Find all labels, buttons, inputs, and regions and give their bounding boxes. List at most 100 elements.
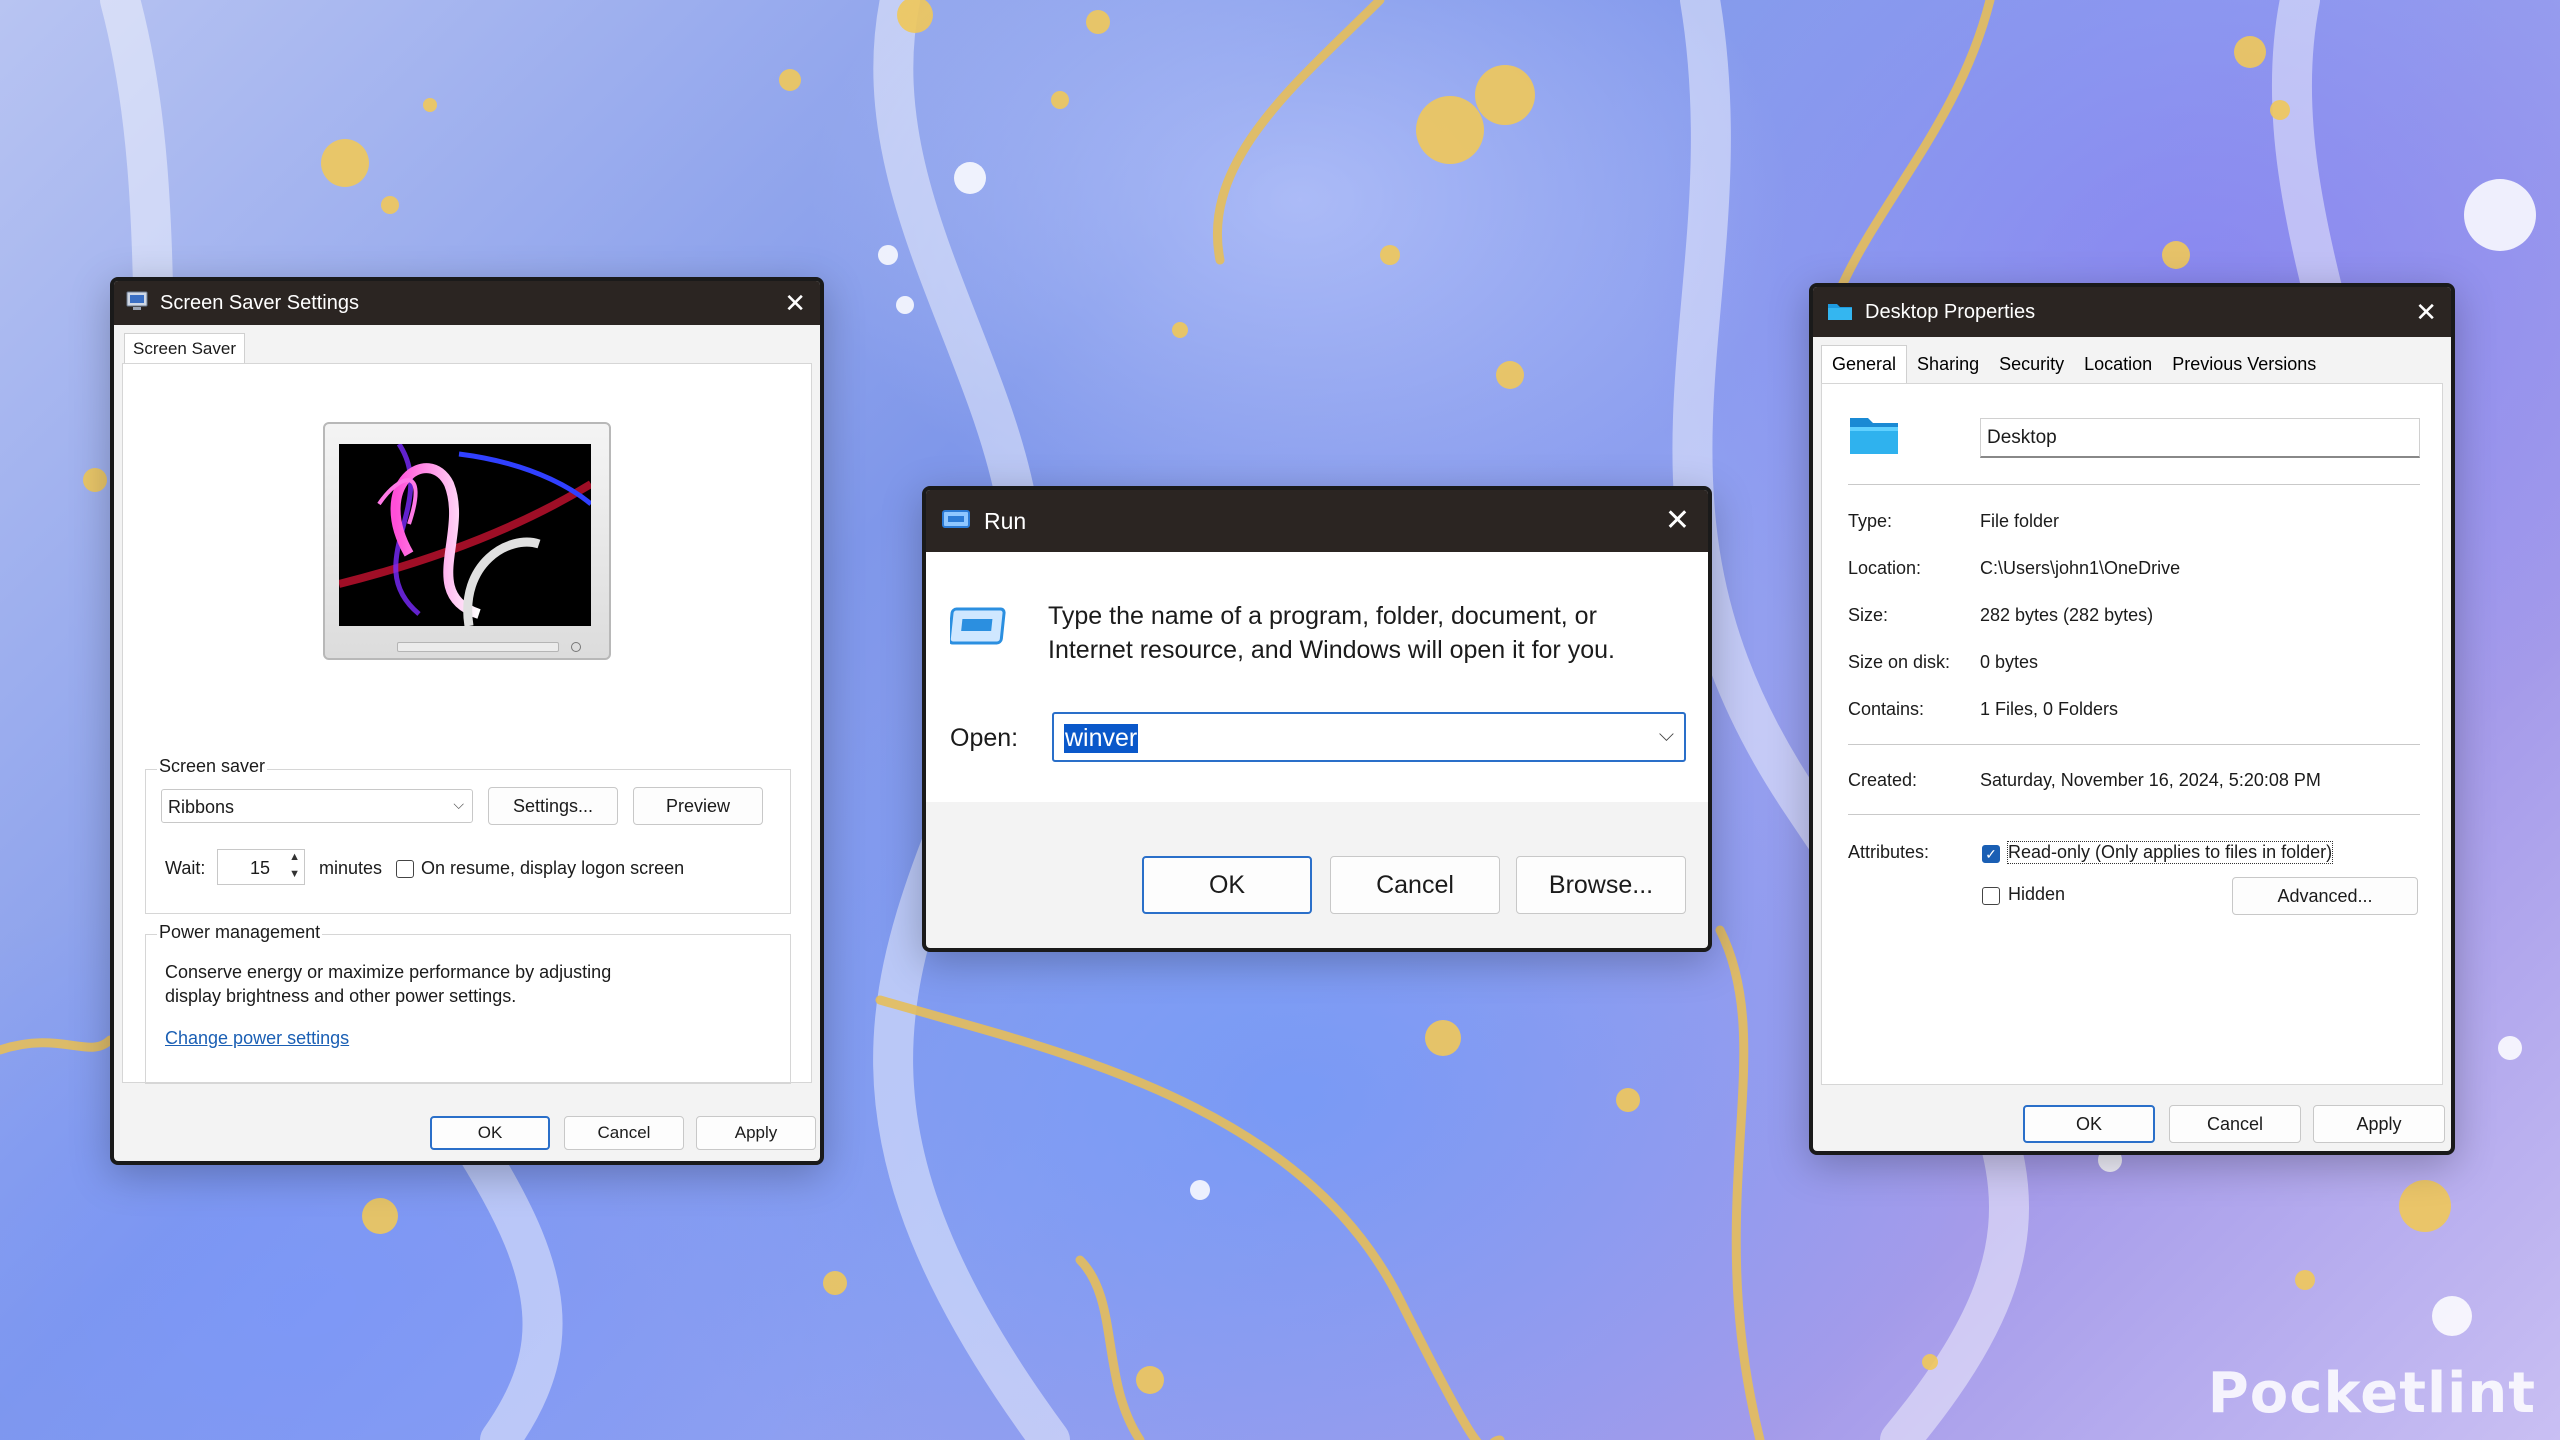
folder-name-value: Desktop [1987,427,2057,448]
size-on-disk-label: Size on disk: [1848,652,1951,672]
ok-button-label: OK [1208,870,1246,899]
folder-icon [1848,414,1900,456]
tab-general[interactable]: General [1821,345,1908,383]
browse-button[interactable]: Browse... [1516,856,1686,914]
hidden-label: Hidden [2008,884,2066,904]
ok-button-label: OK [2075,1113,2102,1134]
tab-label: Screen Saver [133,339,236,358]
cancel-button[interactable]: Cancel [564,1116,684,1150]
created-value: Saturday, November 16, 2024, 5:20:08 PM [1980,770,2321,790]
preview-button[interactable]: Preview [633,787,763,825]
ok-button-label: OK [477,1123,503,1142]
tab-security[interactable]: Security [1989,345,2074,383]
cancel-button-label: Cancel [597,1123,651,1142]
screen-saver-app-icon [126,291,148,311]
power-management-group [145,934,791,1084]
run-app-icon [942,509,970,531]
cancel-button-label: Cancel [2206,1113,2264,1134]
size-value: 282 bytes (282 bytes) [1980,605,2154,625]
run-window-title: Run [984,507,1027,534]
power-description-line1: Conserve energy or maximize performance … [165,962,612,982]
open-input-value[interactable]: winver [1064,724,1139,753]
close-icon[interactable]: ✕ [784,290,806,316]
close-icon[interactable]: ✕ [2415,299,2437,325]
power-management-label: Power management [157,922,323,943]
tab-location-label: Location [2084,353,2153,374]
resume-logon-checkbox[interactable] [396,860,414,878]
wait-label: Wait: [165,858,206,878]
tab-previous-versions-label: Previous Versions [2172,353,2317,374]
ok-button[interactable]: OK [430,1116,550,1150]
tab-security-label: Security [1999,353,2065,374]
screen-saver-group-label: Screen saver [157,756,268,777]
stepper-down-icon[interactable]: ▼ [289,868,300,880]
pocketlint-watermark: Pocketlint [2207,1361,2536,1426]
size-on-disk-value: 0 bytes [1980,652,2039,672]
screen-saver-preview-image [339,444,591,626]
chevron-down-icon: ⌵ [453,796,464,812]
run-titlebar[interactable]: Run ✕ [926,490,1708,552]
readonly-checkbox[interactable]: ✓ [1982,845,2000,863]
apply-button[interactable]: Apply [2313,1105,2445,1143]
change-power-settings-link[interactable]: Change power settings [165,1028,349,1049]
folder-app-icon [1827,301,1853,321]
desktop-properties-window: Desktop Properties ✕ General Sharing Sec… [1809,283,2455,1155]
apply-button[interactable]: Apply [696,1116,816,1150]
type-label: Type: [1848,511,1893,531]
open-combobox[interactable]: winver ⌵ [1052,712,1686,762]
properties-titlebar[interactable]: Desktop Properties ✕ [1813,287,2451,337]
attributes-label: Attributes: [1848,842,1930,862]
wait-stepper[interactable]: 15 ▲ ▼ [217,849,305,885]
contains-value: 1 Files, 0 Folders [1980,699,2119,719]
hidden-checkbox[interactable] [1982,887,2000,905]
folder-name-field[interactable]: Desktop [1980,418,2420,458]
ok-button[interactable]: OK [1142,856,1312,914]
properties-window-title: Desktop Properties [1865,300,2036,323]
tab-panel: Screen saver Ribbons ⌵ Settings... Previ… [122,363,812,1084]
type-value: File folder [1980,511,2060,531]
browse-button-label: Browse... [1548,870,1654,899]
monitor-stand-slot [397,642,559,652]
run-dialog: Run ✕ Type the name of a program, folder… [922,486,1712,952]
run-description-line2: Internet resource, and Windows will open… [1048,636,1615,664]
run-body: Type the name of a program, folder, docu… [926,552,1708,802]
minutes-label: minutes [319,858,383,878]
preview-button-label: Preview [665,795,731,816]
contains-label: Contains: [1848,699,1925,719]
tab-location[interactable]: Location [2074,345,2162,383]
tab-previous-versions[interactable]: Previous Versions [2162,345,2326,383]
ok-button[interactable]: OK [2023,1105,2155,1143]
created-label: Created: [1848,770,1918,790]
cancel-button[interactable]: Cancel [1330,856,1500,914]
advanced-button[interactable]: Advanced... [2232,877,2418,915]
stepper-up-icon[interactable]: ▲ [289,851,300,863]
tab-sharing-label: Sharing [1917,353,1980,374]
chevron-down-icon[interactable]: ⌵ [1659,724,1674,747]
tab-general-label: General [1832,354,1897,374]
run-large-icon [947,604,1008,650]
apply-button-label: Apply [734,1123,778,1142]
screen-saver-settings-window: Screen Saver Settings ✕ Screen Saver Scr… [110,277,824,1165]
tab-sharing[interactable]: Sharing [1907,345,1989,383]
settings-button[interactable]: Settings... [488,787,618,825]
apply-button-label: Apply [2356,1113,2402,1134]
screen-saver-window-title: Screen Saver Settings [160,291,359,314]
location-value: C:\Users\john1\OneDrive [1980,558,2181,578]
close-icon[interactable]: ✕ [1665,506,1690,536]
wait-value: 15 [249,858,270,878]
separator [1848,484,2420,485]
power-description-line2: display brightness and other power setti… [165,986,517,1006]
open-label: Open: [950,724,1019,752]
advanced-button-label: Advanced... [2277,885,2373,906]
screen-saver-dropdown[interactable]: Ribbons ⌵ [161,789,473,823]
cancel-button-label: Cancel [1376,870,1454,899]
size-label: Size: [1848,605,1889,625]
tab-screen-saver[interactable]: Screen Saver [124,333,245,364]
screen-saver-titlebar[interactable]: Screen Saver Settings ✕ [114,281,820,325]
run-description-line1: Type the name of a program, folder, docu… [1048,602,1597,630]
cancel-button[interactable]: Cancel [2169,1105,2301,1143]
separator [1848,814,2420,815]
properties-tabs: General Sharing Security Location Previo… [1821,345,2326,383]
general-panel: Desktop Type: File folder Location: C:\U… [1821,383,2443,1085]
readonly-label: Read-only (Only applies to files in fold… [2006,841,2334,864]
